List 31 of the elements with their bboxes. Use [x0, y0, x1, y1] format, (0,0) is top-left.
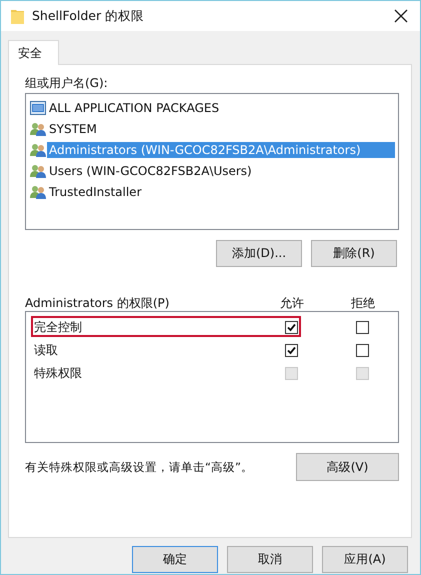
permission-name: 特殊权限 [34, 365, 82, 382]
users-icon [30, 164, 46, 178]
group-label: 组或用户名(G): [25, 75, 109, 92]
checkbox[interactable] [356, 321, 368, 334]
close-icon[interactable] [394, 9, 408, 23]
tab[interactable]: 安全 [8, 40, 59, 65]
checkbox[interactable] [356, 344, 368, 357]
users-icon [30, 142, 46, 156]
dialog-button[interactable]: 取消 [227, 546, 313, 573]
checkbox[interactable] [284, 344, 298, 357]
column-header: 拒绝 [350, 295, 376, 311]
permission-name: 读取 [34, 342, 58, 359]
folder-icon [11, 8, 24, 24]
users-icon [30, 184, 46, 198]
advanced-note: 有关特殊权限或高级设置，请单击“高级”。 [25, 460, 253, 474]
list-item[interactable]: TrustedInstaller [47, 184, 144, 200]
window-title: ShellFolder 的权限 [32, 8, 146, 24]
list-item[interactable]: ALL APPLICATION PACKAGES [47, 100, 222, 116]
dialog-button[interactable]: 添加(D)... [216, 240, 302, 267]
checkbox[interactable] [284, 321, 298, 334]
dialog-button[interactable]: 删除(R) [311, 240, 397, 267]
list-item[interactable]: SYSTEM [47, 120, 99, 136]
package-icon [30, 100, 46, 114]
permission-name: 完全控制 [34, 319, 82, 336]
list-item[interactable]: Users (WIN-GCOC82FSB2A\Users) [47, 162, 254, 178]
permissions-label: Administrators 的权限(P) [25, 295, 170, 311]
dialog-button[interactable]: 应用(A) [322, 546, 408, 573]
advanced-button[interactable]: 高级(V) [296, 453, 399, 481]
column-header: 允许 [279, 295, 305, 311]
dialog-button[interactable]: 确定 [132, 546, 218, 573]
users-icon [30, 122, 46, 136]
